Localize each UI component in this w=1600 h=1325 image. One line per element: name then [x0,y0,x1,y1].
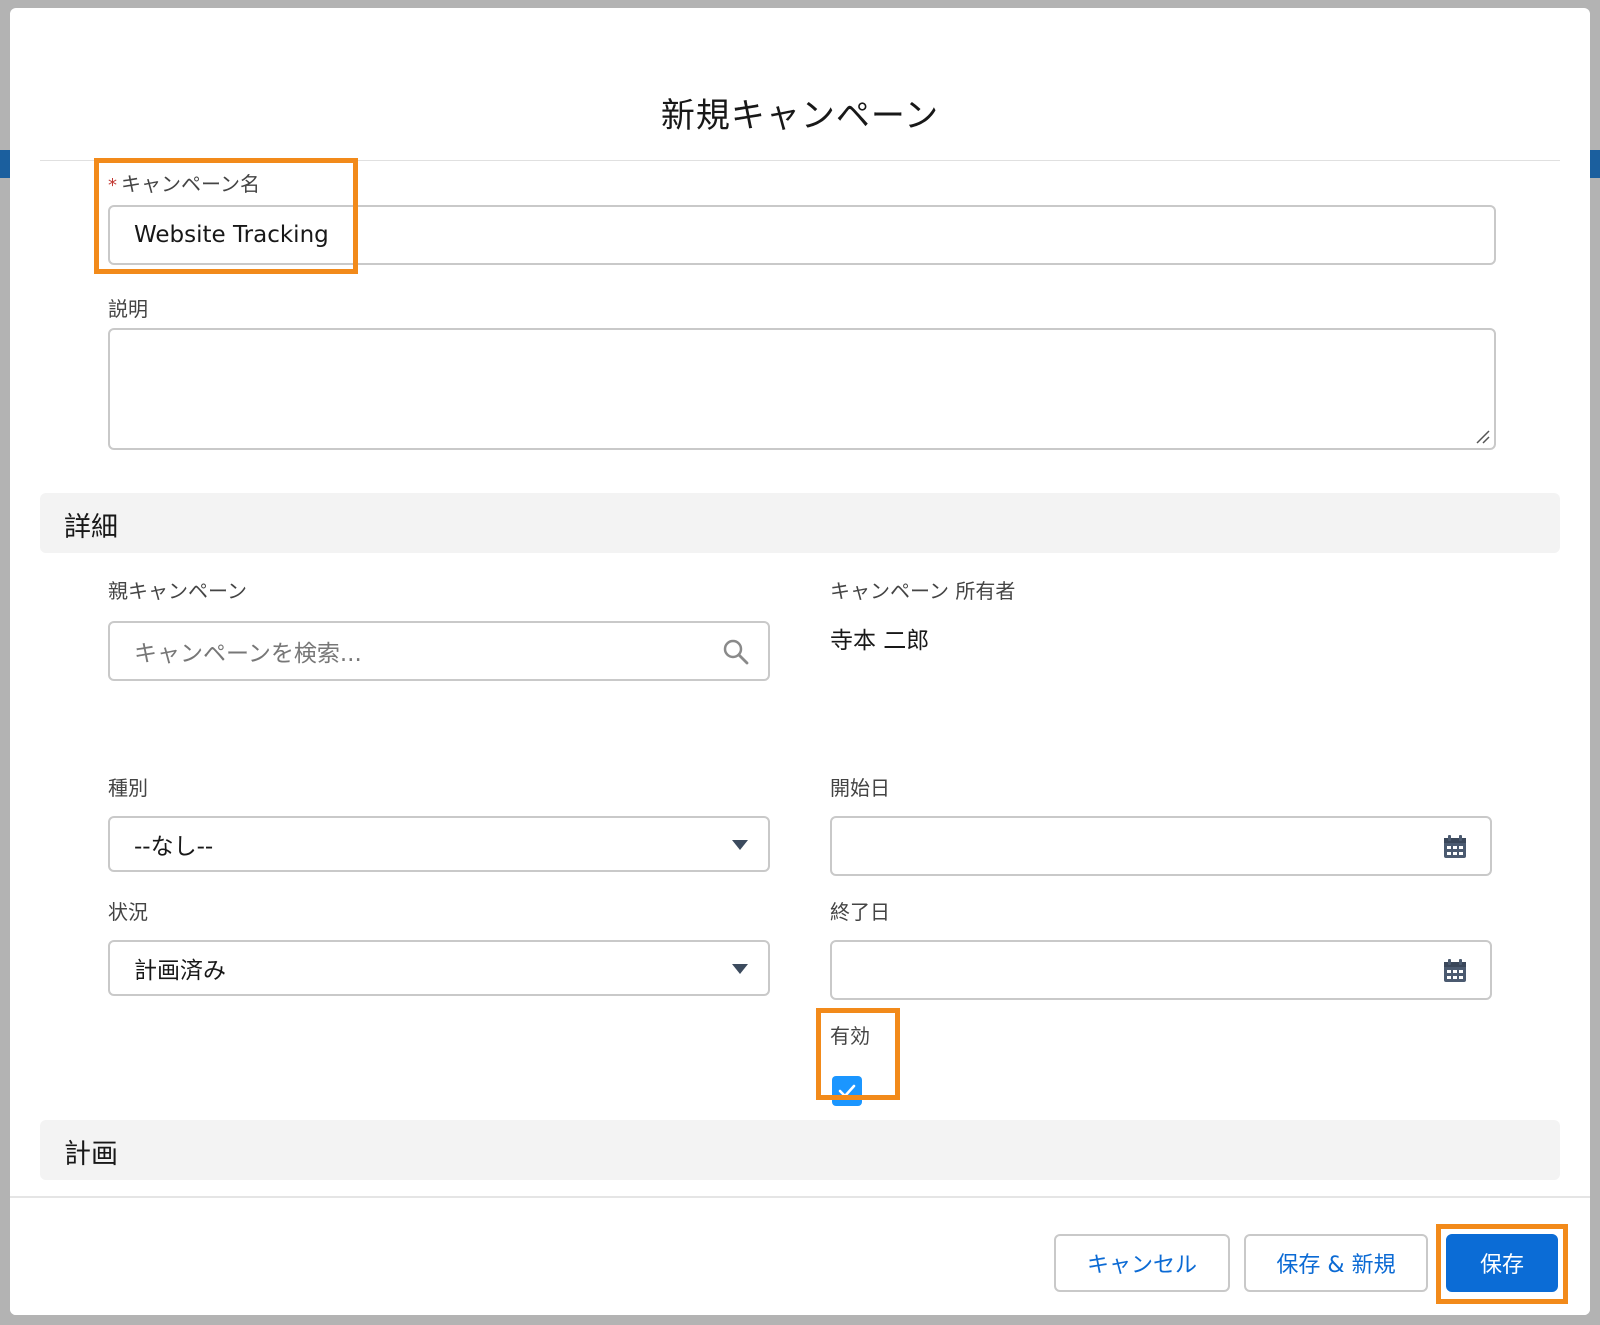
start-date-input[interactable] [830,816,1492,876]
modal-footer: キャンセル 保存 & 新規 保存 [10,1196,1590,1315]
status-selected-value: 計画済み [134,958,226,984]
header-divider [40,160,1560,161]
status-label: 状況 [108,900,148,924]
details-section-title: 詳細 [64,512,118,543]
campaign-name-label-text: キャンペーン名 [121,172,260,196]
check-icon [838,1084,856,1098]
start-date-label: 開始日 [830,776,890,800]
type-label: 種別 [108,776,148,800]
end-date-label: 終了日 [830,900,890,924]
calendar-icon[interactable] [1442,958,1468,984]
backdrop-strip-left [0,150,10,178]
chevron-down-icon [732,840,748,850]
campaign-name-label: * キャンペーン名 [108,168,260,197]
type-selected-value: --なし-- [134,834,214,860]
required-mark: * [108,175,117,196]
details-section-header[interactable]: 詳細 [40,493,1560,553]
active-checkbox[interactable] [832,1076,862,1106]
search-icon[interactable] [722,638,750,666]
active-label: 有効 [830,1024,870,1048]
modal-title: 新規キャンペーン [660,96,940,136]
chevron-down-icon [732,964,748,974]
backdrop-strip-right [1590,150,1600,178]
cancel-button[interactable]: キャンセル [1054,1234,1230,1292]
description-textarea[interactable] [108,328,1496,450]
parent-campaign-placeholder: キャンペーンを検索... [134,641,362,667]
description-label: 説明 [108,297,148,321]
resize-grip-icon[interactable] [1474,428,1490,444]
owner-label: キャンペーン 所有者 [830,579,1016,603]
type-select[interactable]: --なし-- [108,816,770,872]
plan-section-header[interactable]: 計画 [40,1120,1560,1180]
calendar-icon[interactable] [1442,834,1468,860]
parent-campaign-label: 親キャンペーン [108,579,247,603]
owner-value: 寺本 二郎 [830,628,930,654]
status-select[interactable]: 計画済み [108,940,770,996]
save-button[interactable]: 保存 [1446,1234,1558,1292]
parent-campaign-search[interactable]: キャンペーンを検索... [108,621,770,681]
plan-section-title: 計画 [64,1139,118,1170]
save-and-new-button[interactable]: 保存 & 新規 [1244,1234,1428,1292]
campaign-name-input[interactable] [108,205,1496,265]
new-campaign-modal: 新規キャンペーン *キャンペーン名 説明 詳細 親キャンペーン キャンペーンを検… [10,8,1590,1315]
end-date-input[interactable] [830,940,1492,1000]
